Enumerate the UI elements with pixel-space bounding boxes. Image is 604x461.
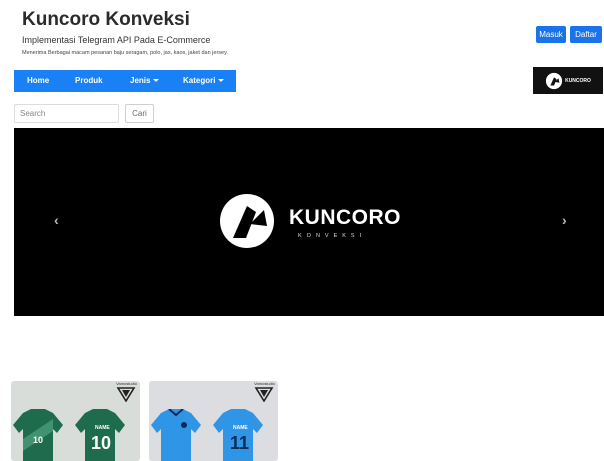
product-card[interactable]: Vamostudio 10 NAME 10 <box>11 381 140 461</box>
search-button[interactable]: Cari <box>125 104 154 123</box>
jersey-front-icon <box>151 409 201 461</box>
carousel-prev-button[interactable]: ‹ <box>54 212 59 228</box>
product-card[interactable]: Vamostudio NAME 11 <box>149 381 278 461</box>
vamostudio-logo-icon <box>116 387 136 402</box>
nav-item-home[interactable]: Home <box>27 76 49 85</box>
nav-item-kategori-label: Kategori <box>183 76 216 85</box>
jersey-name-text: NAME <box>233 425 248 431</box>
kuncoro-logo-icon <box>545 72 563 89</box>
search-input[interactable] <box>14 104 119 123</box>
nav-item-jenis[interactable]: Jenis <box>130 76 160 85</box>
vamostudio-logo-icon <box>254 387 274 402</box>
carousel-brand: KUNCORO <box>289 206 401 229</box>
chevron-down-icon <box>153 79 160 83</box>
main-navbar: Home Produk Jenis Kategori <box>14 70 236 92</box>
hero-carousel: ‹ › KUNCORO KONVEKSI <box>14 128 604 316</box>
jersey-number: 10 <box>33 435 44 445</box>
carousel-subbrand: KONVEKSI <box>298 233 367 239</box>
brand-logo-text: KUNCORO <box>565 77 591 84</box>
site-description: Menerima Berbagai macam pesanan baju ser… <box>22 50 228 56</box>
nav-item-produk[interactable]: Produk <box>75 76 103 85</box>
jersey-number: 11 <box>230 433 250 453</box>
brand-logo[interactable]: KUNCORO <box>533 67 603 94</box>
login-button[interactable]: Masuk <box>536 26 566 43</box>
jersey-number: 10 <box>91 433 112 453</box>
nav-item-kategori[interactable]: Kategori <box>183 76 225 85</box>
site-subtitle: Implementasi Telegram API Pada E-Commerc… <box>22 35 211 45</box>
site-title: Kuncoro Konveksi <box>22 9 190 30</box>
chevron-down-icon <box>218 79 225 83</box>
register-button[interactable]: Daftar <box>570 26 602 43</box>
jersey-name-text: NAME <box>95 425 110 431</box>
carousel-next-button[interactable]: › <box>562 212 567 228</box>
nav-item-jenis-label: Jenis <box>130 76 151 85</box>
